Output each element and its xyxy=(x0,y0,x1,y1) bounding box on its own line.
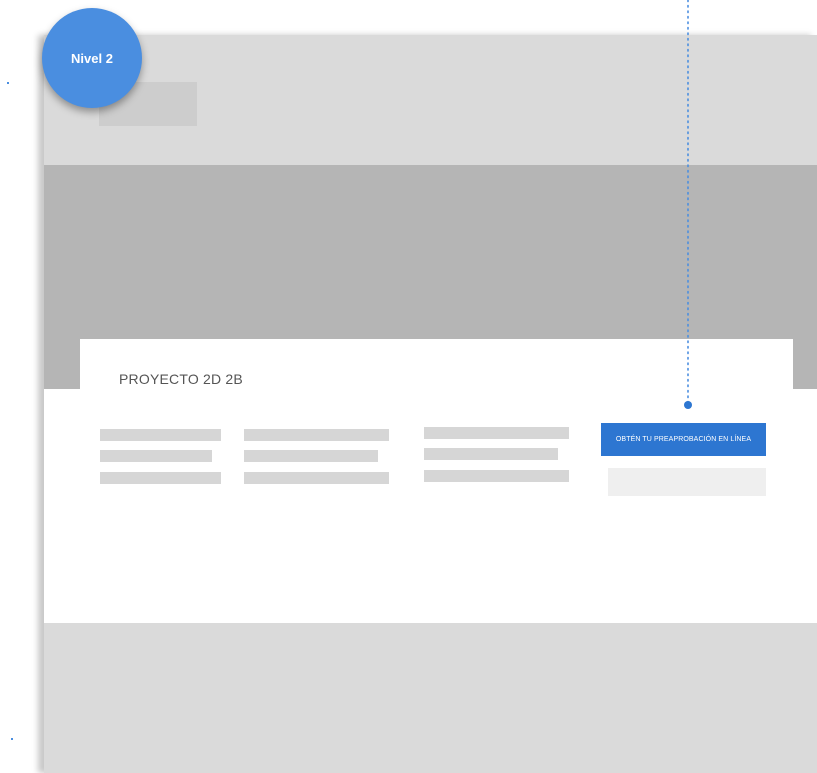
annotation-connector xyxy=(684,0,692,409)
wireframe-canvas: PROYECTO 2D 2B OBTÉN TU PREAPROBACIÓN EN… xyxy=(0,0,817,773)
connector-anchor-dot xyxy=(684,401,692,409)
